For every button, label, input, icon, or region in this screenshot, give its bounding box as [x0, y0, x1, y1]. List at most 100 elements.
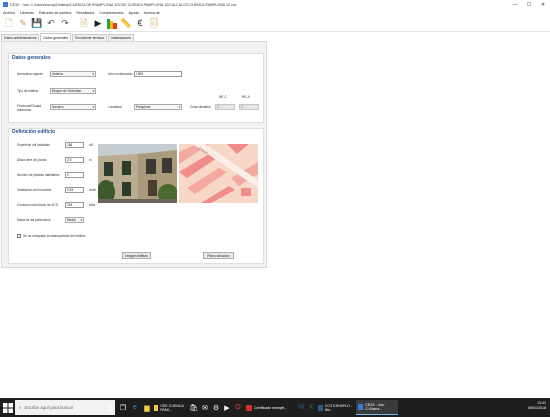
menu-librerias[interactable]: Librerías [20, 11, 34, 15]
microphone-icon[interactable]: 🎙 [106, 402, 116, 413]
menu-archivo[interactable]: Archivo [3, 11, 15, 15]
word-icon [318, 404, 323, 411]
media-icon[interactable]: ▶ [222, 402, 232, 413]
localidad-select[interactable]: Pamplona ▾ [134, 104, 182, 110]
menu-ayuda[interactable]: Ayuda [129, 11, 139, 15]
zona-hec-input: D [215, 104, 235, 110]
menu-resultados[interactable]: Resultados [76, 11, 94, 15]
report-icon[interactable]: 🗐 [148, 18, 160, 30]
building-photo [98, 144, 177, 203]
save-icon[interactable]: 💾 [31, 18, 43, 30]
windows-start-icon[interactable] [3, 403, 13, 413]
menu-patrones[interactable]: Patrones de sombra [39, 11, 71, 15]
taskbar-app-ce3x[interactable]: CE3X - nos: C:\Users... [356, 400, 398, 415]
taskbar-app-explorer[interactable]: CEE CUENCA PAMI... [152, 400, 186, 415]
menu-complementos[interactable]: Complementos [99, 11, 123, 15]
menu-bar: Archivo Librerías Patrones de sombra Res… [0, 9, 550, 16]
app-icon [358, 404, 364, 410]
masa-label: Masa de las particiones [17, 218, 51, 222]
normativa-select[interactable]: Anterior ▾ [50, 71, 96, 77]
title-bar: CE3X - nos: C:\Users\mmoy\Desktop\CUENCA… [0, 0, 550, 9]
redo-icon[interactable]: ↷ [59, 18, 71, 30]
window-title: CE3X - nos: C:\Users\mmoy\Desktop\CUENCA… [10, 2, 237, 7]
minimize-button[interactable]: — [508, 0, 522, 9]
tab-datos-administrativos[interactable]: Datos administrativos [1, 34, 40, 41]
provincia-select[interactable]: Navarra ▾ [50, 104, 96, 110]
provincia-label: Provincia/Ciudad autónoma [17, 104, 42, 112]
imagen-edificio-button[interactable]: Imagen edificio [122, 252, 151, 259]
maximize-button[interactable]: ☐ [522, 0, 536, 9]
chevron-down-icon: ▾ [80, 218, 82, 222]
normativa-label: Normativa vigente [17, 72, 43, 76]
estanqueidad-checkbox[interactable] [17, 234, 21, 238]
altura-label: Altura libre de planta [17, 158, 47, 162]
ventilacion-label: Ventilación del inmueble [17, 188, 52, 192]
estanqueidad-label: Se ha ensayado la estanqueidad del edifi… [23, 234, 86, 238]
masa-select[interactable]: Media ▾ [65, 217, 84, 223]
hec-label: HE-C [219, 95, 227, 99]
folder-icon[interactable]: ▆ [142, 402, 152, 413]
menu-acerca[interactable]: Acerca de [144, 11, 160, 15]
tab-instalaciones[interactable]: Instalaciones [107, 34, 134, 41]
chevron-down-icon: ▾ [178, 105, 180, 109]
word-icon[interactable]: W [296, 402, 306, 413]
altura-unit: m [89, 158, 92, 162]
datos-generales-title: Datos generales [12, 55, 51, 61]
window-controls: — ☐ ✕ [508, 0, 550, 9]
folder-icon [154, 404, 159, 411]
taskbar: ⌕ Escribe aquí para buscar 🎙 ❐ e ▆ CEE C… [0, 398, 550, 417]
tipo-select[interactable]: Bloque de Viviendas ▾ [50, 88, 96, 94]
close-button[interactable]: ✕ [536, 0, 550, 9]
superficie-input[interactable]: 186 [65, 142, 84, 148]
store-icon[interactable]: 🛍 [189, 402, 199, 413]
calculate-icon[interactable]: ▶ [92, 18, 104, 30]
datos-generales-panel [8, 53, 264, 123]
mail-icon[interactable]: ✉ [200, 402, 210, 413]
tipo-label: Tipo de edificio [17, 89, 39, 93]
settings-icon[interactable]: ⚙ [211, 402, 221, 413]
zona-label: Zona climática [190, 105, 211, 109]
app-icon [3, 2, 8, 7]
energy-rating-icon[interactable] [106, 18, 118, 30]
ventilacion-input[interactable]: 0.63 [65, 187, 84, 193]
edit-icon[interactable]: ✎ [17, 18, 29, 30]
hea-label: HE-A [242, 95, 250, 99]
excel-icon[interactable]: X [306, 402, 316, 413]
system-clock[interactable]: 13:41 06/01/2018 [528, 401, 546, 411]
tab-datos-generales[interactable]: Datos generales [40, 33, 72, 41]
altura-input[interactable]: 2.5 [65, 157, 84, 163]
taskbar-search-input[interactable]: ⌕ Escribe aquí para buscar [15, 400, 115, 415]
search-icon: ⌕ [19, 405, 22, 410]
zona-hea-input: D [239, 104, 259, 110]
taskbar-app-word[interactable]: CC3 EJEMPLO - Wo... [316, 400, 354, 415]
undo-icon[interactable]: ↶ [45, 18, 57, 30]
euro-icon[interactable]: € [134, 18, 146, 30]
document-icon[interactable]: 🗎 [78, 18, 90, 30]
chevron-down-icon: ▾ [92, 89, 94, 93]
plantas-label: Número de plantas habitables [17, 173, 60, 177]
tab-envolvente-termica[interactable]: Envolvente térmica [72, 34, 107, 41]
site-map: CALLE [179, 144, 258, 203]
acs-label: Consumo total diario de ACS [17, 203, 58, 207]
measure-icon[interactable]: 📏 [120, 18, 132, 30]
superficie-label: Superficie útil habitable [17, 143, 50, 147]
task-view-icon[interactable]: ❐ [118, 402, 128, 413]
taskbar-app-pdf[interactable]: Certificado energét... [244, 400, 294, 415]
anio-input[interactable]: 1959 [134, 71, 182, 77]
tab-bar: Datos administrativos Datos generales En… [0, 33, 135, 41]
superficie-unit: m2 [89, 143, 94, 147]
localidad-label: Localidad [108, 105, 122, 109]
chevron-down-icon: ▾ [92, 105, 94, 109]
clock-date: 06/01/2018 [528, 406, 546, 410]
opera-icon[interactable]: O [233, 402, 243, 413]
plano-situacion-button[interactable]: Plano situación [203, 252, 234, 259]
plantas-input[interactable]: 2 [65, 172, 84, 178]
acs-input[interactable]: 244 [65, 202, 84, 208]
pdf-icon [246, 404, 252, 411]
chevron-down-icon: ▾ [92, 72, 94, 76]
edge-icon[interactable]: e [130, 402, 140, 413]
new-file-icon[interactable]: 🗋 [3, 18, 15, 30]
ventilacion-unit: ren/h [89, 188, 97, 192]
anio-label: Año construcción [108, 72, 133, 76]
toolbar: 🗋 ✎ 💾 ↶ ↷ 🗎 ▶ 📏 € 🗐 [0, 16, 550, 32]
